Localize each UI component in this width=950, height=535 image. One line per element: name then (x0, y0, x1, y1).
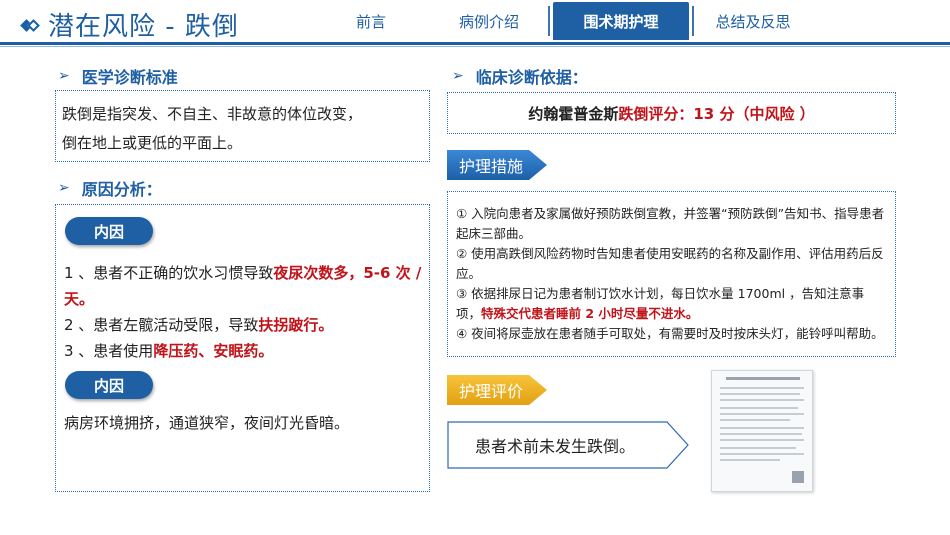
chevron-right-icon: ➢ (58, 180, 70, 196)
doc-thumb-line (720, 399, 804, 401)
cause-list: 1 、患者不正确的饮水习惯导致夜尿次数多，5-6 次 / 天。 2 、患者左髋活… (64, 260, 424, 364)
measure-item-3-highlight: 特殊交代患者睡前 2 小时尽量不进水。 (481, 306, 699, 321)
doc-thumb-line (720, 447, 796, 449)
measure-item-1: ① 入院向患者及家属做好预防跌倒宣教，并签署“预防跌倒”告知书、指导患者起床三部… (456, 206, 885, 241)
cause-item-1: 1 、患者不正确的饮水习惯导致夜尿次数多，5-6 次 / 天。 (64, 260, 424, 312)
evaluation-banner: 护理评价 (447, 375, 547, 405)
doc-thumb-line (720, 407, 798, 409)
internal-cause-pill: 内因 (65, 217, 153, 245)
fall-score-box: 约翰霍普金斯 跌倒评分： 13 分（中风险 ） (447, 92, 896, 134)
title-wrap: 潜在风险 - 跌倒 (20, 6, 239, 43)
measures-list: ① 入院向患者及家属做好预防跌倒宣教，并签署“预防跌倒”告知书、指导患者起床三部… (448, 192, 895, 344)
doc-thumb-line (720, 413, 804, 415)
header-rule-thin (0, 46, 950, 47)
diamond-icon (20, 18, 40, 32)
cause-item-3: 3 、患者使用降压药、安眠药。 (64, 338, 424, 364)
nav-divider (548, 6, 550, 36)
doc-thumb-line (720, 427, 804, 429)
cause-item-2: 2 、患者左髋活动受限，导致扶拐跛行。 (64, 312, 424, 338)
measure-item-2: ② 使用高跌倒风险药物时告知患者使用安眠药的名称及副作用、评估用药后反应。 (456, 246, 884, 281)
diagnosis-heading: ➢ 医学诊断标准 (58, 64, 178, 88)
measure-item-4: ④ 夜间将尿壶放在患者随手可取处，有需要时及时按床头灯，能铃呼叫帮助。 (456, 326, 884, 341)
measures-box: ① 入院向患者及家属做好预防跌倒宣教，并签署“预防跌倒”告知书、指导患者起床三部… (447, 191, 896, 357)
diagnosis-text: 跌倒是指突发、不自主、非故意的体位改变， 倒在地上或更低的平面上。 (62, 100, 428, 158)
diagnosis-text-line1: 跌倒是指突发、不自主、非故意的体位改变， (62, 105, 363, 123)
cause-item-3-text: 3 、患者使用 (64, 342, 154, 360)
nav-case-intro[interactable]: 病例介绍 (433, 2, 545, 40)
doc-thumb-line (720, 433, 802, 435)
doc-thumb-line (720, 419, 790, 421)
header-rule (0, 42, 950, 45)
diagnosis-heading-label: 医学诊断标准 (81, 68, 178, 87)
cause-item-2-text: 2 、患者左髋活动受限，导致 (64, 316, 259, 334)
measure-item-3: ③ 依据排尿日记为患者制订饮水计划，每日饮水量 1700ml ，告知注意事项，特… (456, 284, 887, 324)
doc-thumb-line (720, 393, 800, 395)
diagnosis-text-line2: 倒在地上或更低的平面上。 (62, 134, 243, 152)
qr-code-icon (792, 471, 804, 483)
top-nav: 前言 病例介绍 围术期护理 总结及反思 (312, 0, 812, 42)
cause-item-2-highlight: 扶拐跛行。 (258, 316, 334, 334)
chevron-right-icon: ➢ (58, 68, 70, 84)
environment-text: 病房环境拥挤，通道狭窄，夜间灯光昏暗。 (64, 414, 350, 432)
basis-heading-label: 临床诊断依据： (475, 68, 588, 87)
cause-heading-label: 原因分析： (81, 180, 162, 199)
page-title: 潜在风险 - 跌倒 (48, 12, 239, 42)
basis-heading: ➢ 临床诊断依据： (452, 64, 588, 88)
cause-heading: ➢ 原因分析： (58, 176, 162, 200)
nav-summary[interactable]: 总结及反思 (697, 2, 809, 40)
doc-thumb-line (720, 387, 804, 389)
nav-perioperative-care[interactable]: 围术期护理 (553, 2, 689, 40)
cause-item-1-text: 1 、患者不正确的饮水习惯导致 (64, 264, 274, 282)
cause-item-3-highlight: 降压药、安眠药。 (153, 342, 274, 360)
nav-preface[interactable]: 前言 (315, 2, 427, 40)
score-prefix: 约翰霍普金斯 (528, 104, 619, 123)
doc-thumb-line (720, 459, 780, 461)
doc-thumb-header (726, 377, 800, 380)
doc-thumb-line (720, 439, 804, 441)
score-value: 13 分（中风险 ） (693, 104, 815, 123)
doc-thumb-line (720, 453, 804, 455)
header: 潜在风险 - 跌倒 前言 病例介绍 围术期护理 总结及反思 (0, 0, 950, 48)
nav-divider (692, 6, 694, 36)
measures-banner: 护理措施 (447, 150, 547, 180)
score-label: 跌倒评分： (618, 104, 694, 123)
document-thumbnail (711, 370, 813, 492)
external-cause-pill: 内因 (65, 371, 153, 399)
chevron-right-icon: ➢ (452, 68, 464, 84)
evaluation-text: 患者术前未发生跌倒。 (475, 437, 636, 456)
